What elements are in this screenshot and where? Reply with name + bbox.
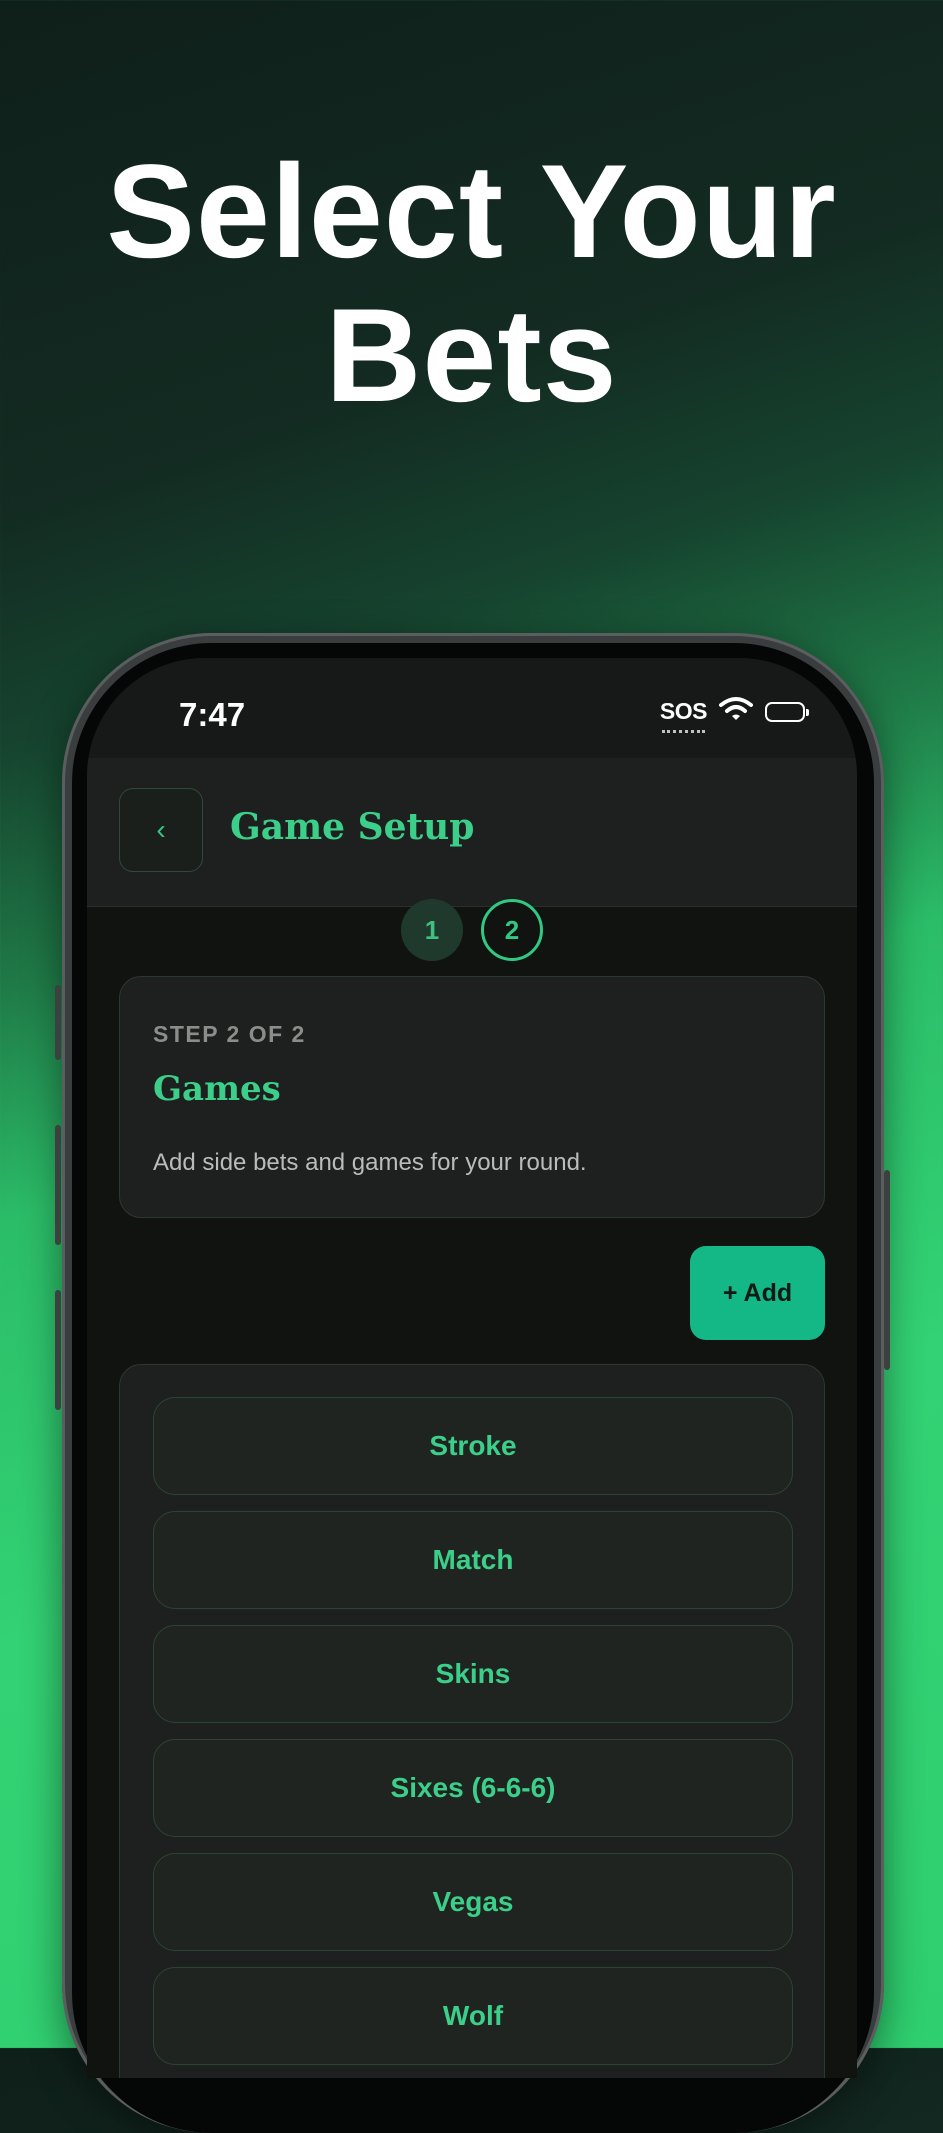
status-icons: SOS bbox=[659, 696, 809, 733]
stepper: 1 2 bbox=[87, 899, 857, 963]
game-option-skins[interactable]: Skins bbox=[153, 1625, 793, 1723]
phone-volume-down bbox=[55, 1290, 61, 1410]
intro-card: STEP 2 OF 2 Games Add side bets and game… bbox=[119, 976, 825, 1218]
add-game-button[interactable]: + Add bbox=[690, 1246, 825, 1340]
phone-power-button bbox=[884, 1170, 890, 1370]
back-button[interactable]: ‹ bbox=[119, 788, 203, 872]
section-description: Add side bets and games for your round. bbox=[153, 1149, 587, 1176]
phone-silent-switch bbox=[55, 985, 61, 1060]
app-bar: ‹ Game Setup bbox=[87, 758, 857, 907]
app-screen: 7:47 SOS ‹ Game Setup 1 2 STEP 2 OF 2 Ga… bbox=[87, 658, 857, 2078]
step-2[interactable]: 2 bbox=[481, 899, 543, 961]
headline: Select Your Bets bbox=[0, 140, 943, 428]
game-option-wolf[interactable]: Wolf bbox=[153, 1967, 793, 2065]
game-option-stroke[interactable]: Stroke bbox=[153, 1397, 793, 1495]
step-1[interactable]: 1 bbox=[401, 899, 463, 961]
battery-icon bbox=[765, 701, 809, 722]
sos-indicator: SOS bbox=[659, 698, 708, 733]
game-option-match[interactable]: Match bbox=[153, 1511, 793, 1609]
wifi-icon bbox=[719, 696, 753, 727]
section-title: Games bbox=[153, 1069, 281, 1109]
phone-volume-up bbox=[55, 1125, 61, 1245]
status-bar: 7:47 SOS bbox=[87, 658, 857, 758]
headline-line-1: Select Your bbox=[106, 138, 837, 286]
games-list: Stroke Match Skins Sixes (6-6-6) Vegas W… bbox=[119, 1364, 825, 2078]
headline-line-2: Bets bbox=[325, 282, 618, 430]
step-kicker: STEP 2 OF 2 bbox=[153, 1021, 306, 1047]
game-option-vegas[interactable]: Vegas bbox=[153, 1853, 793, 1951]
status-time: 7:47 bbox=[179, 696, 246, 733]
chevron-left-icon: ‹ bbox=[156, 814, 166, 845]
game-option-sixes[interactable]: Sixes (6-6-6) bbox=[153, 1739, 793, 1837]
page-title: Game Setup bbox=[230, 806, 475, 848]
